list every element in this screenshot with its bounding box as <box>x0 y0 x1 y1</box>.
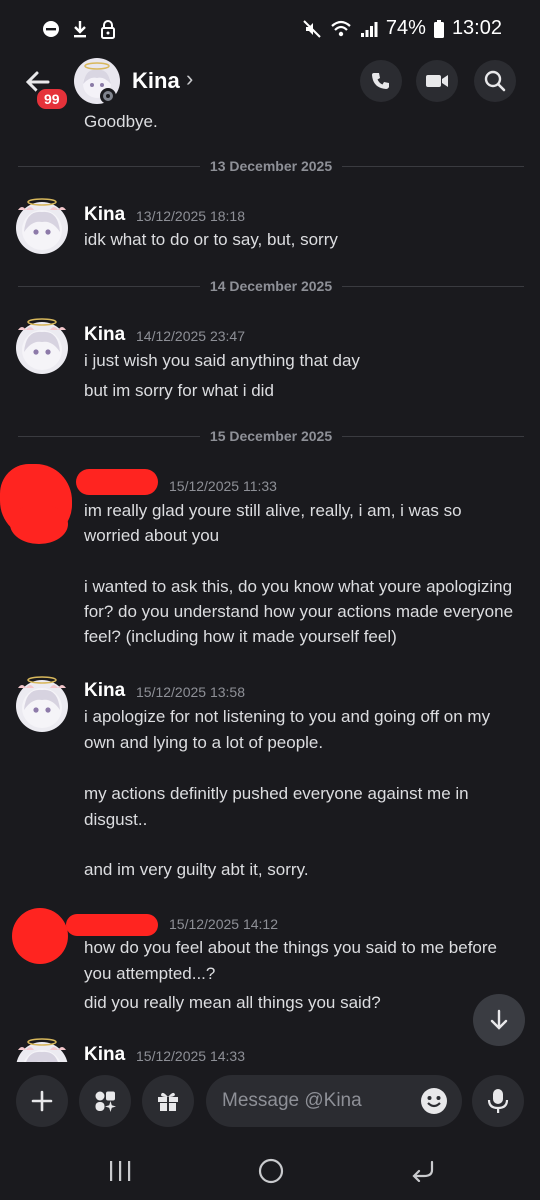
message-text: i apologize for not listening to you and… <box>84 707 491 726</box>
avatar[interactable] <box>16 318 68 374</box>
date-divider: 15 December 2025 <box>18 426 525 446</box>
status-bar: 74% 13:02 <box>0 0 540 60</box>
author-name[interactable]: Kina <box>84 1044 125 1064</box>
status-offline-icon <box>100 88 116 104</box>
message-text: did you really mean all things you said? <box>84 993 381 1012</box>
search-icon <box>484 70 506 92</box>
avatar[interactable] <box>16 1038 68 1064</box>
message-text: my actions definitly pushed everyone aga… <box>84 784 469 803</box>
microphone-icon <box>487 1089 509 1113</box>
redaction-mark <box>10 504 68 544</box>
video-call-button[interactable] <box>416 60 458 102</box>
apps-button[interactable] <box>79 1075 131 1127</box>
message-timestamp: 15/12/2025 14:12 <box>169 916 278 932</box>
avatar[interactable] <box>16 198 68 254</box>
mute-icon <box>303 19 321 38</box>
gift-button[interactable] <box>142 1075 194 1127</box>
recent-apps-icon[interactable] <box>108 1160 132 1182</box>
message-text: worried about you <box>84 526 220 545</box>
partial-message-text: Goodbye. <box>84 114 158 131</box>
unread-badge: 99 <box>34 86 70 112</box>
system-nav-bar <box>0 1140 540 1200</box>
search-button[interactable] <box>474 60 516 102</box>
chevron-right-icon[interactable]: › <box>186 66 193 92</box>
add-attachment-button[interactable] <box>16 1075 68 1127</box>
battery-icon <box>433 19 444 38</box>
battery-percent: 74% <box>385 17 426 39</box>
scroll-to-bottom-button[interactable] <box>473 994 525 1046</box>
dm-header: 99 Kina › <box>0 52 540 114</box>
phone-icon <box>372 73 389 89</box>
redaction-mark <box>76 469 158 495</box>
author-name[interactable]: Kina <box>84 680 125 702</box>
composer-bar: Message @Kina <box>0 1062 540 1140</box>
voice-call-button[interactable] <box>360 60 402 102</box>
redaction-mark <box>66 914 158 936</box>
message-text: i just wish you said anything that day <box>84 351 360 370</box>
home-icon[interactable] <box>258 1158 284 1184</box>
date-divider: 13 December 2025 <box>18 156 525 176</box>
message-text: im really glad youre still alive, really… <box>84 501 462 520</box>
message-text: and im very guilty abt it, sorry. <box>84 860 309 879</box>
plus-icon <box>31 1090 53 1112</box>
message-text: for? do you understand how your actions … <box>84 602 514 621</box>
avatar[interactable] <box>16 676 68 732</box>
message-input-placeholder: Message @Kina <box>222 1090 362 1111</box>
message-text: disgust.. <box>84 810 148 829</box>
arrow-down-icon <box>490 1009 508 1030</box>
message-text: you attempted...? <box>84 964 216 983</box>
message-timestamp: 13/12/2025 18:18 <box>136 208 245 224</box>
voice-message-button[interactable] <box>472 1075 524 1127</box>
redaction-mark <box>12 908 68 964</box>
message-text: i wanted to ask this, do you know what y… <box>84 577 513 596</box>
message-input[interactable]: Message @Kina <box>206 1075 462 1127</box>
message-timestamp: 15/12/2025 11:33 <box>169 478 277 494</box>
do-not-disturb-icon <box>43 21 59 37</box>
message-list[interactable]: Goodbye. 13 December 2025 Kina 13/12/202… <box>0 114 540 1064</box>
message-text: how do you feel about the things you sai… <box>84 938 497 957</box>
contact-name[interactable]: Kina <box>132 68 180 94</box>
video-camera-icon <box>426 75 448 87</box>
date-divider: 14 December 2025 <box>18 276 525 296</box>
author-name[interactable]: Kina <box>84 204 125 226</box>
message-timestamp: 14/12/2025 23:47 <box>136 328 245 344</box>
download-icon <box>74 21 86 38</box>
author-name[interactable]: Kina <box>84 324 125 346</box>
gift-icon <box>158 1092 178 1111</box>
clock: 13:02 <box>451 17 502 39</box>
message-timestamp: 15/12/2025 13:58 <box>136 684 245 700</box>
emoji-icon[interactable] <box>420 1087 448 1115</box>
wifi-icon <box>331 20 351 36</box>
signal-icon <box>360 21 378 37</box>
apps-icon <box>95 1091 116 1112</box>
message-text: own and lying to a lot of people. <box>84 733 324 752</box>
message-text: idk what to do or to say, but, sorry <box>84 230 338 249</box>
lock-icon <box>101 20 115 39</box>
message-text: but im sorry for what i did <box>84 381 274 400</box>
message-text: feel? (including how it made yourself fe… <box>84 627 397 646</box>
back-icon[interactable] <box>410 1160 436 1182</box>
